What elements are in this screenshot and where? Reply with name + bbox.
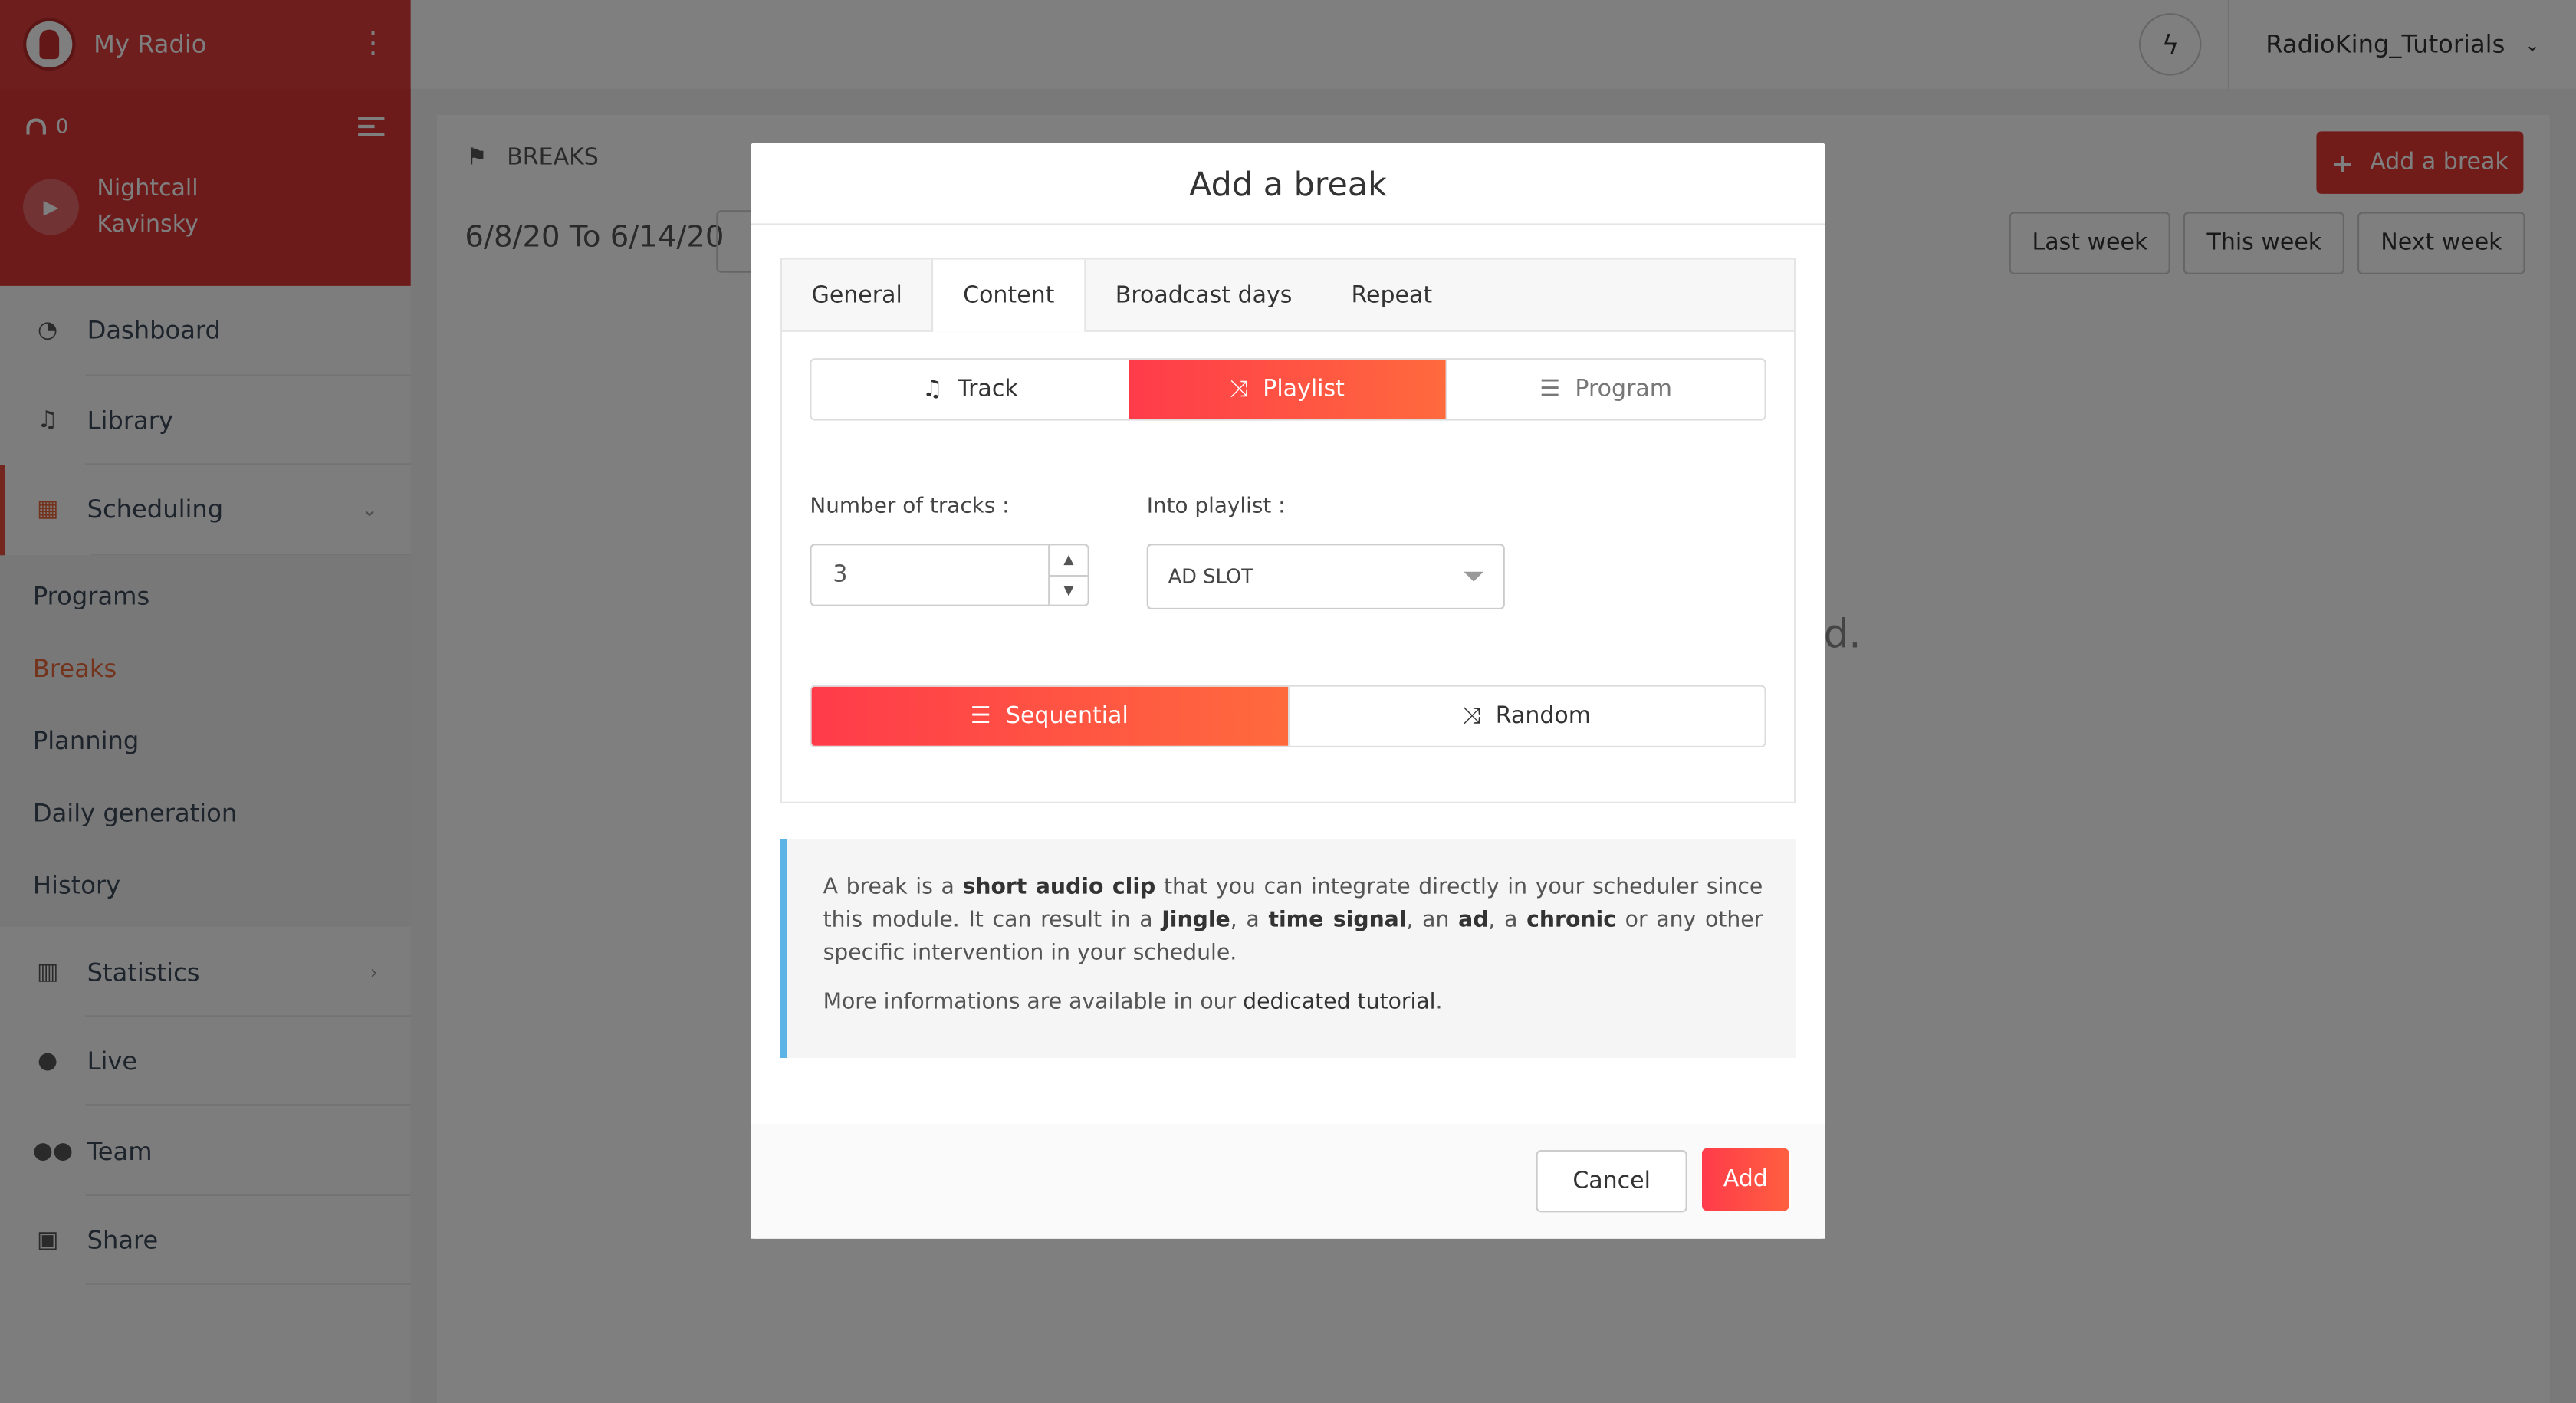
add-button[interactable]: Add [1702, 1148, 1789, 1211]
content-type-track[interactable]: ♫ Track [812, 360, 1129, 419]
order-random-label: Random [1495, 703, 1591, 730]
number-of-tracks-stepper: ▲ ▼ [810, 544, 1089, 606]
dialog-title: Add a break [751, 143, 1825, 225]
shuffle-icon: ⤨ [1462, 703, 1481, 730]
music-note-icon: ♫ [922, 376, 943, 402]
content-type-playlist-label: Playlist [1263, 376, 1345, 402]
cancel-button[interactable]: Cancel [1536, 1150, 1687, 1213]
tab-general[interactable]: General [782, 260, 932, 330]
list-icon: ☰ [1539, 376, 1561, 402]
into-playlist-value: AD SLOT [1168, 565, 1254, 589]
order-random[interactable]: ⤨ Random [1286, 686, 1764, 746]
number-of-tracks-input[interactable] [811, 545, 1049, 605]
tab-content[interactable]: Content [932, 259, 1086, 332]
order-toggle: ☰ Sequential ⤨ Random [810, 685, 1766, 748]
decrement-icon[interactable]: ▼ [1050, 573, 1088, 605]
content-type-playlist[interactable]: ⤨ Playlist [1129, 360, 1446, 419]
order-sequential-label: Sequential [1005, 703, 1129, 730]
order-sequential[interactable]: ☰ Sequential [811, 686, 1287, 746]
tab-bar: General Content Broadcast days Repeat [781, 259, 1794, 332]
info-callout: A break is a short audio clip that you c… [780, 840, 1796, 1058]
content-type-toggle: ♫ Track ⤨ Playlist ☰ Program [810, 358, 1766, 421]
content-type-track-label: Track [958, 376, 1018, 402]
content-type-program-label: Program [1575, 376, 1673, 402]
tab-broadcast-days[interactable]: Broadcast days [1086, 260, 1322, 330]
shuffle-icon: ⤨ [1229, 376, 1248, 402]
add-break-dialog: Add a break General Content Broadcast da… [751, 143, 1825, 1239]
app-root: My Radio ⋮ 0 ▶ Nightcall Kavinsky ◔ Dash… [0, 0, 2576, 1403]
list-icon: ☰ [970, 703, 991, 730]
dialog-tabs-panel: General Content Broadcast days Repeat ♫ … [780, 258, 1796, 803]
info-paragraph: A break is a short audio clip that you c… [823, 876, 1763, 966]
stepper-buttons: ▲ ▼ [1048, 545, 1088, 605]
info-more: More informations are available in our d… [823, 991, 1443, 1016]
increment-icon[interactable]: ▲ [1050, 545, 1087, 574]
number-of-tracks-label: Number of tracks : [810, 495, 1010, 520]
into-playlist-select[interactable]: AD SLOT [1146, 544, 1505, 610]
dialog-footer: Cancel Add [751, 1123, 1825, 1239]
caret-down-icon [1464, 571, 1484, 582]
tab-repeat[interactable]: Repeat [1322, 260, 1462, 330]
content-type-program[interactable]: ☰ Program [1445, 360, 1765, 419]
dedicated-tutorial-link[interactable]: dedicated tutorial [1243, 991, 1435, 1015]
into-playlist-label: Into playlist : [1146, 495, 1286, 520]
